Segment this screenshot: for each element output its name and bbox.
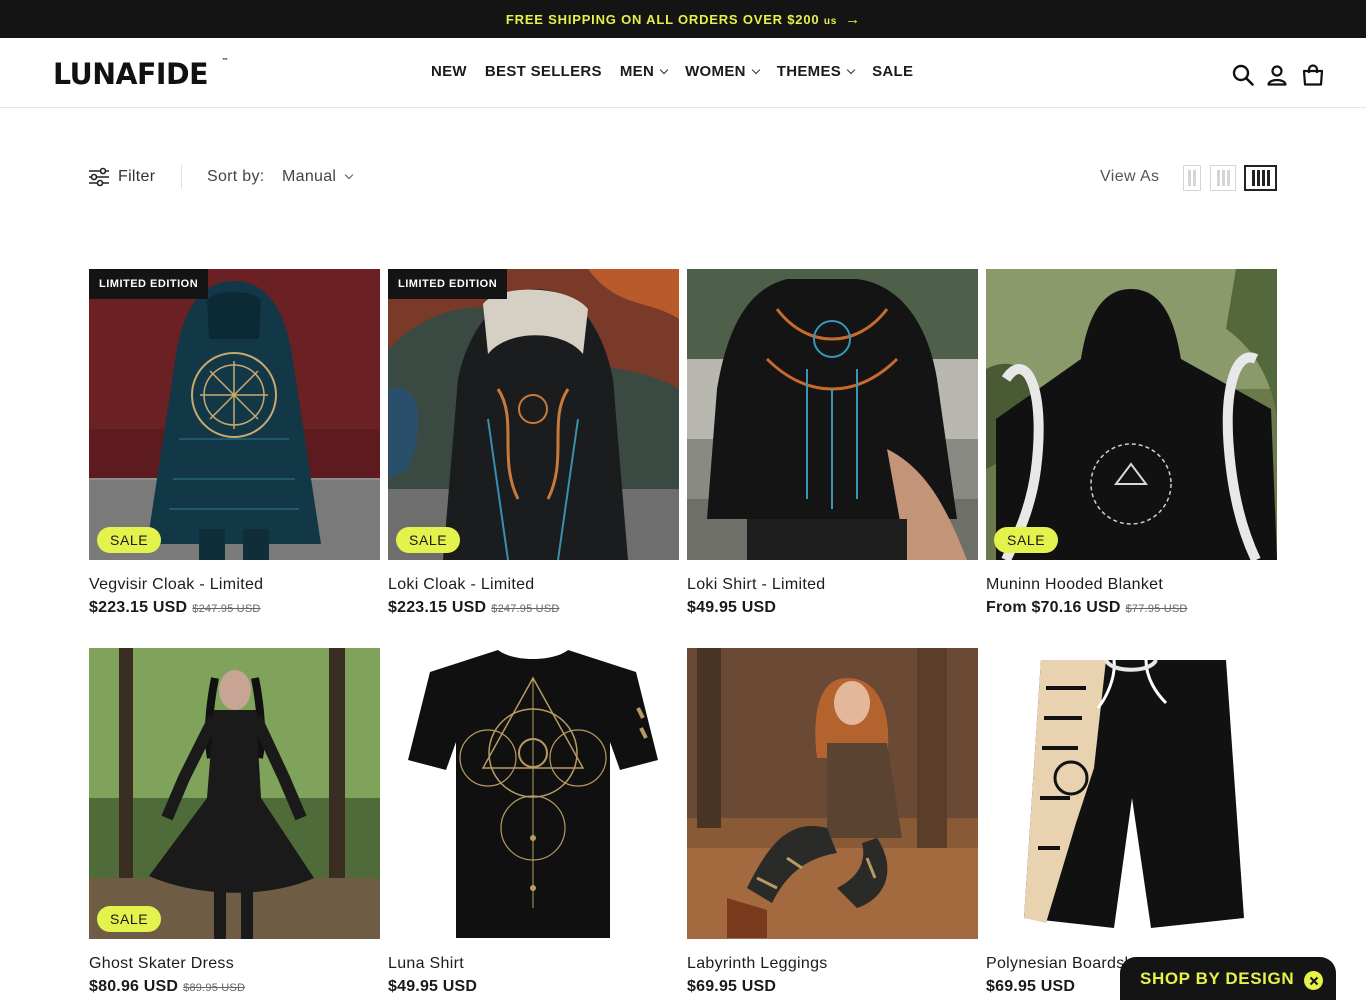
shop-by-design-label: SHOP BY DESIGN xyxy=(1140,969,1295,988)
nav-item-sale[interactable]: SALE xyxy=(872,63,913,80)
sale-price: From $70.16 USD xyxy=(986,599,1121,616)
view-three-column-button[interactable] xyxy=(1210,165,1236,191)
filter-icon xyxy=(89,167,109,187)
product-title[interactable]: Ghost Skater Dress xyxy=(89,955,380,973)
product-price: From $70.16 USD $77.95 USD xyxy=(986,599,1277,617)
sale-price: $49.95 USD xyxy=(687,599,777,616)
product-image[interactable] xyxy=(388,648,679,939)
view-as-label: View As xyxy=(1100,168,1160,185)
toolbar-divider xyxy=(181,165,182,189)
trademark-mark: ™ xyxy=(222,58,228,64)
announcement-bar[interactable]: FREE SHIPPING ON ALL ORDERS OVER $200 us… xyxy=(0,0,1366,38)
sort-value: Manual xyxy=(282,168,337,185)
product-title[interactable]: Vegvisir Cloak - Limited xyxy=(89,576,380,594)
product-price: $49.95 USD xyxy=(388,978,679,996)
product-title[interactable]: Loki Cloak - Limited xyxy=(388,576,679,594)
nav-item-men[interactable]: MEN xyxy=(620,63,669,80)
sale-price: $223.15 USD xyxy=(89,599,188,616)
announcement-text: FREE SHIPPING ON ALL ORDERS OVER $200 us xyxy=(505,11,838,27)
sale-badge: SALE xyxy=(994,527,1059,553)
sale-price: $69.95 USD xyxy=(687,978,777,995)
product-card[interactable]: SALE Ghost Skater Dress $80.96 USD $89.9… xyxy=(89,648,380,996)
nav-item-new[interactable]: NEW xyxy=(431,63,467,80)
sale-badge: SALE xyxy=(97,906,162,932)
view-four-column-button[interactable] xyxy=(1244,165,1277,191)
sale-badge: SALE xyxy=(396,527,461,553)
nav-item-themes[interactable]: THEMES xyxy=(777,63,856,80)
product-image[interactable] xyxy=(687,648,978,939)
nav-item-best-sellers[interactable]: BEST SELLERS xyxy=(485,63,602,80)
main-nav: NEW BEST SELLERS MEN WOMEN THEMES SALE xyxy=(431,63,913,80)
product-image[interactable]: SALE xyxy=(986,269,1277,560)
account-icon[interactable] xyxy=(1265,63,1289,87)
product-price: $49.95 USD xyxy=(687,599,978,617)
compare-price: $77.95 USD xyxy=(1125,603,1188,615)
nav-item-women[interactable]: WOMEN xyxy=(685,63,761,80)
sale-badge: SALE xyxy=(97,527,162,553)
product-title[interactable]: Luna Shirt xyxy=(388,955,679,973)
arrow-right-icon: → xyxy=(845,10,861,28)
product-price: $80.96 USD $89.95 USD xyxy=(89,978,380,996)
limited-edition-badge: LIMITED EDITION xyxy=(89,269,209,299)
filter-label: Filter xyxy=(118,168,156,185)
product-price: $223.15 USD $247.95 USD xyxy=(89,599,380,617)
product-image[interactable] xyxy=(986,648,1277,939)
product-card[interactable]: Loki Shirt - Limited $49.95 USD xyxy=(687,269,978,617)
product-card[interactable]: LIMITED EDITION SALE Loki Cloak - Limite… xyxy=(388,269,679,617)
chevron-down-icon xyxy=(345,170,354,180)
sale-price: $223.15 USD xyxy=(388,599,487,616)
shop-by-design-widget[interactable]: SHOP BY DESIGN xyxy=(1120,957,1336,1000)
sale-price: $80.96 USD xyxy=(89,978,179,995)
product-price: $223.15 USD $247.95 USD xyxy=(388,599,679,617)
product-card[interactable]: Labyrinth Leggings $69.95 USD xyxy=(687,648,978,996)
compare-price: $89.95 USD xyxy=(183,982,246,994)
product-image[interactable]: LIMITED EDITION SALE xyxy=(388,269,679,560)
product-card[interactable]: Luna Shirt $49.95 USD xyxy=(388,648,679,996)
product-price: $69.95 USD xyxy=(687,978,978,996)
chevron-down-icon xyxy=(659,65,669,74)
product-title[interactable]: Muninn Hooded Blanket xyxy=(986,576,1277,594)
sort-select[interactable]: Manual xyxy=(282,164,354,190)
product-image[interactable]: SALE xyxy=(89,648,380,939)
sort-label: Sort by: xyxy=(207,168,265,185)
compare-price: $247.95 USD xyxy=(192,603,261,615)
close-icon[interactable] xyxy=(1304,971,1324,990)
product-image[interactable] xyxy=(687,269,978,560)
product-image[interactable]: LIMITED EDITION SALE xyxy=(89,269,380,560)
product-title[interactable]: Labyrinth Leggings xyxy=(687,955,978,973)
limited-edition-badge: LIMITED EDITION xyxy=(388,269,508,299)
sale-price: $49.95 USD xyxy=(388,978,478,995)
site-header: LUNAFIDE ™ NEW BEST SELLERS MEN WOMEN TH… xyxy=(0,38,1366,108)
search-icon[interactable] xyxy=(1231,63,1255,87)
chevron-down-icon xyxy=(846,65,856,74)
compare-price: $247.95 USD xyxy=(491,603,560,615)
sale-price: $69.95 USD xyxy=(986,978,1076,995)
product-title[interactable]: Loki Shirt - Limited xyxy=(687,576,978,594)
view-two-column-button[interactable] xyxy=(1183,165,1201,191)
filter-button[interactable]: Filter xyxy=(88,164,155,190)
site-logo[interactable]: LUNAFIDE xyxy=(53,57,209,91)
cart-icon[interactable] xyxy=(1301,63,1325,87)
chevron-down-icon xyxy=(751,65,761,74)
product-card[interactable]: Polynesian Boardshorts $69.95 USD xyxy=(986,648,1277,996)
product-card[interactable]: SALE Muninn Hooded Blanket From $70.16 U… xyxy=(986,269,1277,617)
product-card[interactable]: LIMITED EDITION SALE Vegvisir Cloak - Li… xyxy=(89,269,380,617)
collection-toolbar: Filter Sort by: Manual View As xyxy=(88,164,1278,192)
